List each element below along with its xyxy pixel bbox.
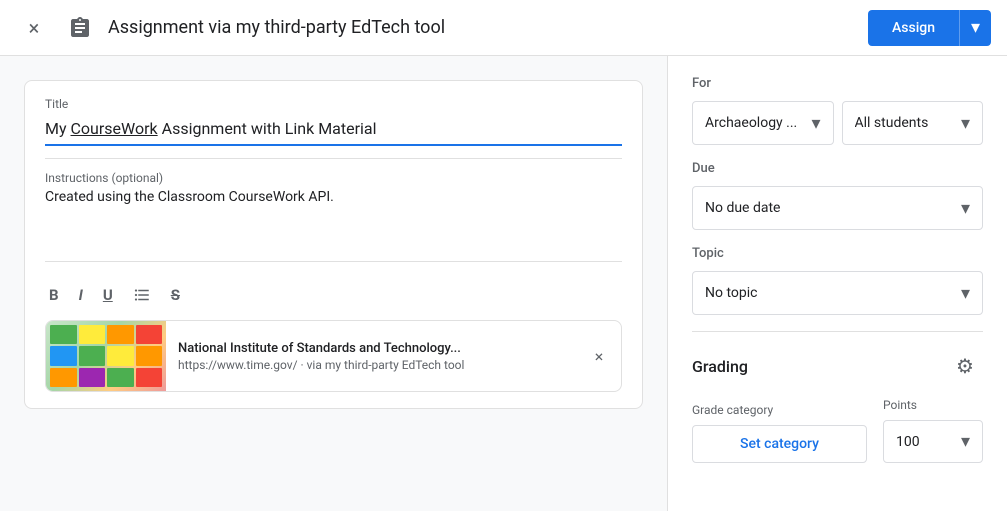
attachment-card: National Institute of Standards and Tech… bbox=[45, 320, 622, 392]
students-value: All students bbox=[855, 115, 929, 131]
grading-settings-button[interactable]: ⚙ bbox=[947, 348, 983, 384]
class-value: Archaeology ... bbox=[705, 115, 797, 131]
due-select[interactable]: No due date ▾ bbox=[692, 186, 983, 230]
toolbar-divider bbox=[45, 261, 622, 262]
grading-row: Grade category Set category Points 100 ▾ bbox=[692, 398, 983, 463]
title-divider bbox=[45, 158, 622, 159]
title-field: Title My CourseWork Assignment with Link… bbox=[45, 97, 622, 146]
attachment-url: https://www.time.gov/ · via my third-par… bbox=[178, 358, 569, 372]
main-layout: Title My CourseWork Assignment with Link… bbox=[0, 56, 1007, 511]
list-button[interactable] bbox=[129, 282, 155, 308]
page-title: Assignment via my third-party EdTech too… bbox=[108, 17, 856, 38]
italic-button[interactable]: I bbox=[75, 282, 87, 308]
close-icon: × bbox=[29, 16, 40, 40]
instructions-field: Instructions (optional) Created using th… bbox=[45, 171, 622, 249]
topbar: × Assignment via my third-party EdTech t… bbox=[0, 0, 1007, 56]
due-dropdown-icon: ▾ bbox=[961, 198, 970, 219]
bold-button[interactable]: B bbox=[45, 282, 63, 308]
attachment-info: National Institute of Standards and Tech… bbox=[166, 333, 581, 380]
topic-value: No topic bbox=[705, 285, 757, 301]
students-select[interactable]: All students ▾ bbox=[842, 101, 984, 145]
due-row: No due date ▾ bbox=[692, 186, 983, 230]
topic-select[interactable]: No topic ▾ bbox=[692, 271, 983, 315]
attachment-remove-button[interactable]: × bbox=[581, 338, 617, 374]
due-label: Due bbox=[692, 161, 983, 176]
set-category-button[interactable]: Set category bbox=[692, 425, 867, 463]
grade-category-label: Grade category bbox=[692, 403, 867, 417]
for-label: For bbox=[692, 76, 983, 91]
sidebar: For Archaeology ... ▾ All students ▾ Due… bbox=[667, 56, 1007, 511]
assignment-icon bbox=[64, 12, 96, 44]
students-dropdown-icon: ▾ bbox=[961, 113, 970, 134]
title-value: My CourseWork Assignment with Link Mater… bbox=[45, 115, 622, 146]
class-dropdown-icon: ▾ bbox=[811, 113, 820, 134]
topic-dropdown-icon: ▾ bbox=[961, 283, 970, 304]
gear-icon: ⚙ bbox=[956, 354, 974, 378]
points-select[interactable]: 100 ▾ bbox=[883, 420, 983, 463]
assign-button[interactable]: Assign bbox=[868, 10, 959, 46]
points-col: Points 100 ▾ bbox=[883, 398, 983, 463]
grading-title: Grading bbox=[692, 357, 748, 376]
formatting-toolbar: B I U S bbox=[45, 274, 622, 308]
grading-divider bbox=[692, 331, 983, 332]
attachment-title: National Institute of Standards and Tech… bbox=[178, 341, 569, 356]
title-label: Title bbox=[45, 97, 622, 111]
chevron-down-icon: ▾ bbox=[971, 17, 980, 38]
instructions-label: Instructions (optional) bbox=[45, 171, 622, 185]
points-label: Points bbox=[883, 398, 983, 412]
for-row: Archaeology ... ▾ All students ▾ bbox=[692, 101, 983, 145]
attachment-thumbnail bbox=[46, 321, 166, 391]
instructions-value[interactable]: Created using the Classroom CourseWork A… bbox=[45, 189, 622, 249]
grade-category-col: Grade category Set category bbox=[692, 403, 867, 463]
assign-group: Assign ▾ bbox=[868, 10, 991, 46]
close-button[interactable]: × bbox=[16, 10, 52, 46]
class-select[interactable]: Archaeology ... ▾ bbox=[692, 101, 834, 145]
points-dropdown-icon: ▾ bbox=[961, 431, 970, 452]
due-value: No due date bbox=[705, 200, 780, 216]
topic-row: No topic ▾ bbox=[692, 271, 983, 315]
assign-dropdown-button[interactable]: ▾ bbox=[959, 10, 991, 46]
grading-header: Grading ⚙ bbox=[692, 348, 983, 384]
assignment-card: Title My CourseWork Assignment with Link… bbox=[24, 80, 643, 409]
strikethrough-button[interactable]: S bbox=[167, 282, 184, 308]
underline-button[interactable]: U bbox=[99, 282, 117, 308]
topic-label: Topic bbox=[692, 246, 983, 261]
left-panel: Title My CourseWork Assignment with Link… bbox=[0, 56, 667, 511]
points-value: 100 bbox=[896, 434, 920, 450]
